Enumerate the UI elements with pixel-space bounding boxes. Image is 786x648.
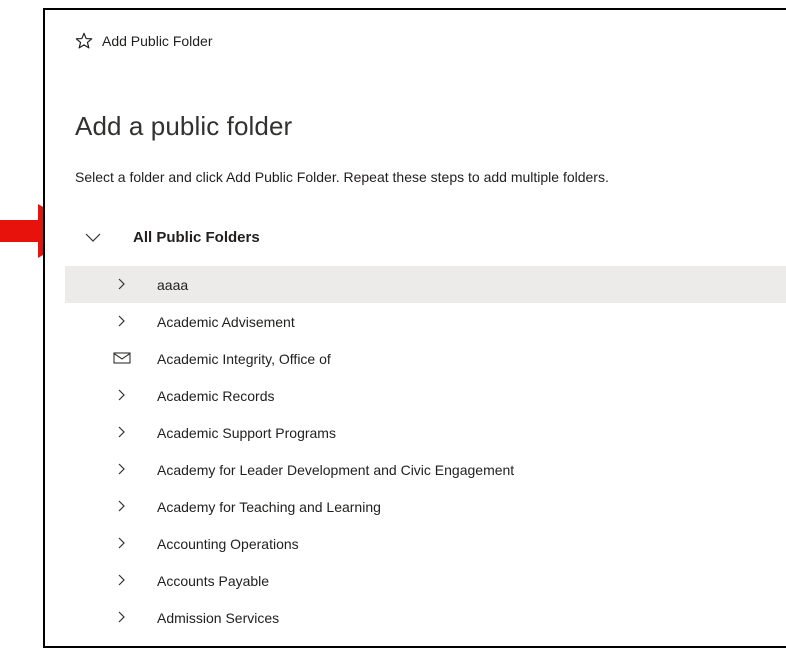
tree-root-label: All Public Folders [133,228,260,246]
chevron-right-icon[interactable] [115,425,129,439]
tree-item-label: Accounts Payable [157,572,270,589]
chevron-right-icon[interactable] [115,277,129,291]
chevron-down-icon[interactable] [85,229,101,245]
instructions-text: Select a folder and click Add Public Fol… [75,169,609,185]
tree-item-academic-integrity[interactable]: Academic Integrity, Office of [65,340,786,377]
tree-item-label: aaaa [157,276,189,293]
chevron-right-icon[interactable] [115,462,129,476]
tree-item-label: Admission Services [157,609,280,626]
chevron-right-icon[interactable] [115,388,129,402]
tree-item-accounts-payable[interactable]: Accounts Payable [65,562,786,599]
tree-item-academy-leader-development[interactable]: Academy for Leader Development and Civic… [65,451,786,488]
tree-item-aaaa[interactable]: aaaa [65,266,786,303]
chevron-right-icon[interactable] [115,610,129,624]
tree-item-academic-support-programs[interactable]: Academic Support Programs [65,414,786,451]
tree-item-label: Academy for Teaching and Learning [157,498,381,515]
add-public-folder-panel: Add Public Folder Add a public folder Se… [43,8,786,648]
tree-item-label: Academic Integrity, Office of [157,350,331,367]
tree-item-admission-services[interactable]: Admission Services [65,599,786,636]
chevron-right-icon[interactable] [115,499,129,513]
tree-item-label: Academic Advisement [157,313,295,330]
tree-item-accounting-operations[interactable]: Accounting Operations [65,525,786,562]
mail-icon [113,352,131,364]
tree-item-label: Accounting Operations [157,535,299,552]
folder-tree-list: aaaa Academic Advisement Academic Integr… [65,266,786,636]
tree-item-label: Academic Support Programs [157,424,336,441]
tree-item-academy-teaching-learning[interactable]: Academy for Teaching and Learning [65,488,786,525]
panel-header: Add Public Folder [75,30,213,52]
star-icon[interactable] [75,32,93,50]
tree-item-academic-records[interactable]: Academic Records [65,377,786,414]
chevron-right-icon[interactable] [115,573,129,587]
tree-item-academic-advisement[interactable]: Academic Advisement [65,303,786,340]
tree-item-label: Academy for Leader Development and Civic… [157,461,515,478]
panel-header-title: Add Public Folder [102,33,213,49]
chevron-right-icon[interactable] [115,536,129,550]
page-title: Add a public folder [75,111,293,141]
chevron-right-icon[interactable] [115,314,129,328]
tree-root-all-public-folders[interactable]: All Public Folders [85,224,260,250]
tree-item-label: Academic Records [157,387,275,404]
